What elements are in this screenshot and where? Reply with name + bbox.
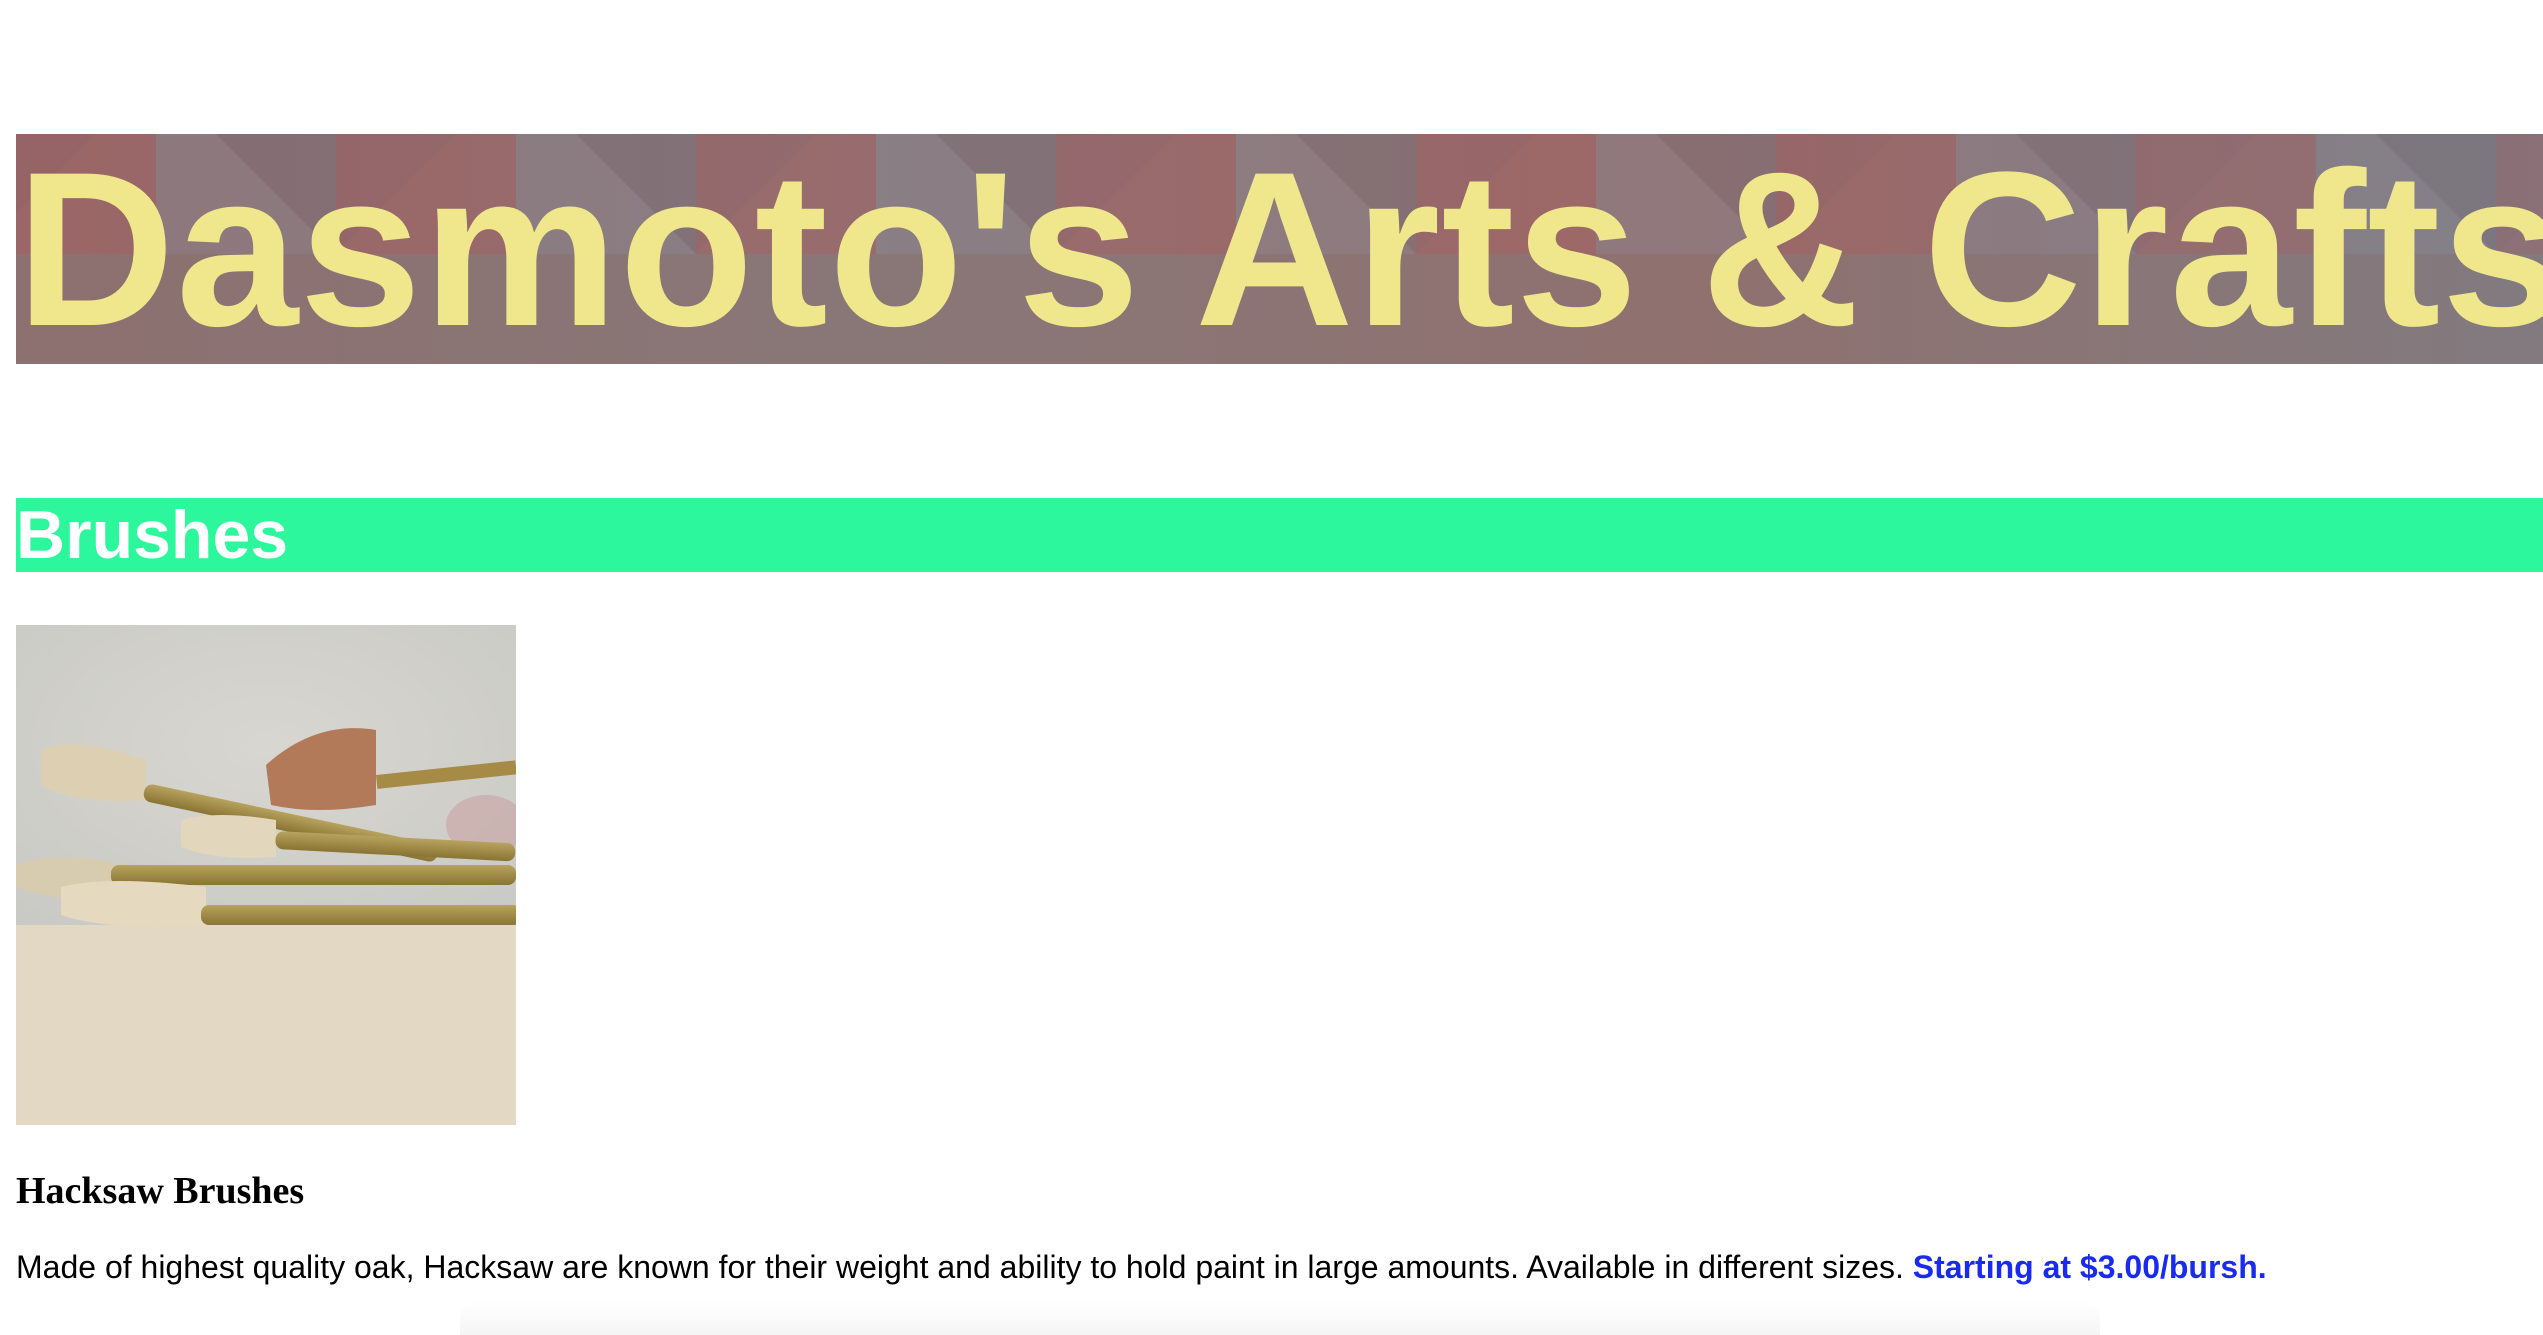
product-description: Made of highest quality oak, Hacksaw are… <box>16 1246 2267 1288</box>
bottom-shadow <box>460 1300 2100 1335</box>
site-title: Dasmoto's Arts & Crafts <box>16 134 2543 364</box>
product-name: Hacksaw Brushes <box>16 1170 305 1212</box>
product-price: Starting at $3.00/bursh. <box>1912 1249 2267 1285</box>
product-image-hacksaw-brushes <box>16 625 516 1125</box>
product-description-text: Made of highest quality oak, Hacksaw are… <box>16 1249 1913 1285</box>
section-heading-brushes: Brushes <box>16 498 2543 572</box>
header-banner: Dasmoto's Arts & Crafts <box>16 134 2543 364</box>
